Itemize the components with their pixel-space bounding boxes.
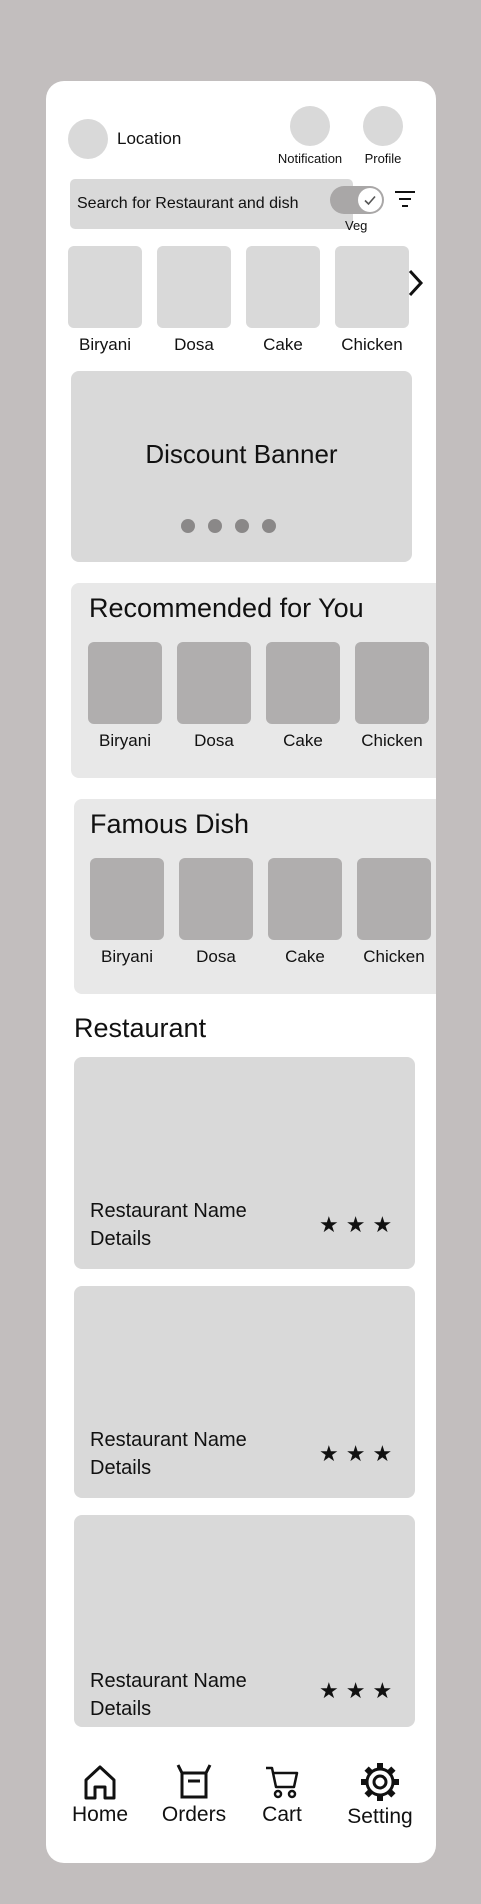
category-tile-cake[interactable] — [246, 246, 320, 328]
recommended-tile[interactable] — [355, 642, 429, 724]
category-label: Dosa — [174, 335, 214, 354]
category-tile-biryani[interactable] — [68, 246, 142, 328]
nav-setting[interactable]: Setting — [338, 1761, 422, 1829]
veg-toggle[interactable] — [330, 186, 384, 214]
filter-icon[interactable] — [394, 189, 416, 209]
famous-dish-tile[interactable] — [90, 858, 164, 940]
rating-stars: ★★★ — [319, 1441, 400, 1466]
category-label: Biryani — [79, 335, 131, 354]
notification-button[interactable] — [290, 106, 330, 146]
restaurant-card[interactable]: Restaurant Name Details ★★★ — [74, 1057, 415, 1269]
gear-icon — [361, 1763, 399, 1801]
restaurant-details: Details — [90, 1698, 152, 1720]
restaurant-name: Restaurant Name — [90, 1200, 247, 1222]
famous-dish-label: Biryani — [101, 947, 153, 966]
recommended-label: Chicken — [361, 731, 423, 750]
famous-dish-tile[interactable] — [179, 858, 253, 940]
restaurant-name: Restaurant Name — [90, 1670, 247, 1692]
restaurant-card[interactable]: Restaurant Name Details ★★★ — [74, 1515, 415, 1727]
restaurant-name: Restaurant Name — [90, 1429, 247, 1451]
location-avatar[interactable] — [68, 119, 108, 159]
recommended-tile[interactable] — [177, 642, 251, 724]
famous-dish-tile[interactable] — [357, 858, 431, 940]
location-label[interactable]: Location — [117, 129, 181, 149]
nav-setting-label: Setting — [347, 1805, 413, 1828]
section-title: Recommended for You — [89, 593, 364, 623]
phone-frame: Location Notification Profile Search for… — [46, 81, 436, 1863]
famous-dish-label: Dosa — [196, 947, 236, 966]
toggle-knob — [358, 188, 382, 212]
recommended-label: Dosa — [194, 731, 234, 750]
recommended-label: Biryani — [99, 731, 151, 750]
recommended-label: Cake — [283, 731, 323, 750]
check-icon — [364, 195, 376, 206]
restaurant-info: Restaurant Name Details — [90, 1197, 247, 1253]
restaurant-info: Restaurant Name Details — [90, 1426, 247, 1482]
search-input[interactable]: Search for Restaurant and dish — [70, 179, 353, 229]
search-placeholder: Search for Restaurant and dish — [77, 195, 299, 212]
restaurant-card[interactable]: Restaurant Name Details ★★★ — [74, 1286, 415, 1498]
carousel-dot[interactable] — [181, 519, 195, 533]
home-icon — [84, 1765, 116, 1800]
restaurant-info: Restaurant Name Details — [90, 1667, 247, 1723]
rating-stars: ★★★ — [319, 1678, 400, 1703]
nav-orders-label: Orders — [161, 1803, 227, 1826]
profile-button[interactable] — [363, 106, 403, 146]
section-title: Famous Dish — [90, 809, 250, 839]
carousel-dot[interactable] — [208, 519, 222, 533]
restaurant-details: Details — [90, 1457, 152, 1479]
nav-home-label: Home — [71, 1803, 129, 1826]
chevron-right-icon[interactable] — [406, 268, 424, 298]
category-tile-dosa[interactable] — [157, 246, 231, 328]
category-tile-chicken[interactable] — [335, 246, 409, 328]
cart-icon — [266, 1766, 299, 1799]
famous-dish-label: Chicken — [363, 947, 425, 966]
nav-home[interactable]: Home — [64, 1763, 136, 1827]
recommended-tile[interactable] — [88, 642, 162, 724]
nav-cart-label: Cart — [262, 1803, 302, 1826]
recommended-tile[interactable] — [266, 642, 340, 724]
famous-dish-section: Famous Dish Biryani Dosa Cake Chicken — [74, 799, 436, 994]
discount-banner[interactable]: Discount Banner — [71, 371, 412, 562]
category-label: Cake — [263, 335, 303, 354]
nav-orders[interactable]: Orders — [154, 1763, 234, 1827]
carousel-dot[interactable] — [262, 519, 276, 533]
carousel-dot[interactable] — [235, 519, 249, 533]
veg-label: Veg — [345, 218, 368, 233]
famous-dish-tile[interactable] — [268, 858, 342, 940]
restaurant-heading: Restaurant — [74, 1013, 207, 1043]
rating-stars: ★★★ — [319, 1212, 400, 1237]
recommended-section: Recommended for You Biryani Dosa Cake Ch… — [71, 583, 436, 778]
category-label: Chicken — [341, 335, 403, 354]
profile-label: Profile — [364, 151, 402, 166]
orders-icon — [176, 1764, 212, 1799]
banner-title: Discount Banner — [145, 439, 338, 469]
famous-dish-label: Cake — [285, 947, 325, 966]
nav-cart[interactable]: Cart — [250, 1763, 314, 1827]
restaurant-details: Details — [90, 1228, 152, 1250]
